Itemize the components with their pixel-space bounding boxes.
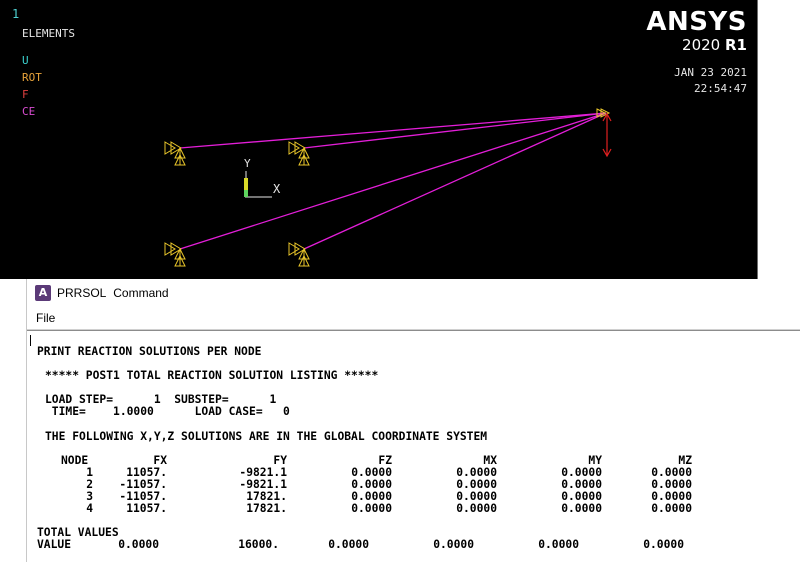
table-cell-fz: 0.0000 [351, 502, 392, 515]
element-line [179, 112, 607, 149]
coordinate-triad-icon [244, 171, 272, 198]
brand-version: 2020 R1 [646, 36, 747, 54]
command-window: A PRRSOL Command File PRINT REACTION SOL… [26, 279, 800, 563]
plot-type-label: ELEMENTS [22, 27, 75, 40]
listing-heading: PRINT REACTION SOLUTIONS PER NODE [37, 345, 262, 358]
total-fz: 0.0000 [328, 538, 369, 551]
brand-version-release: R1 [725, 36, 747, 54]
element-line [303, 112, 607, 250]
menu-bar: File [27, 307, 800, 330]
time-line: TIME= 1.0000 LOAD CASE= 0 [45, 405, 290, 418]
coordinate-note: THE FOLLOWING X,Y,Z SOLUTIONS ARE IN THE… [45, 430, 488, 443]
table-cell-mx: 0.0000 [456, 502, 497, 515]
support-constraint-icon [164, 141, 186, 166]
triad-y-label: Y [244, 157, 251, 170]
plot-time: 22:54:47 [694, 82, 747, 95]
legend-f: F [22, 88, 29, 101]
force-arrow-icon [602, 112, 612, 158]
total-mz: 0.0000 [643, 538, 684, 551]
ansys-logo: ANSYS 2020 R1 [646, 8, 747, 54]
triad-x-label: X [273, 182, 281, 196]
support-constraint-icon [164, 242, 186, 267]
legend-u: U [22, 54, 29, 67]
app-icon: A [35, 285, 51, 301]
output-listing[interactable]: PRINT REACTION SOLUTIONS PER NODE ***** … [27, 330, 800, 563]
table-cell-fy: 17821. [246, 502, 287, 515]
total-fx: 0.0000 [118, 538, 159, 551]
table-cell-mz: 0.0000 [651, 502, 692, 515]
support-constraint-icon [288, 141, 310, 166]
legend-ce: CE [22, 105, 36, 118]
model-plot [164, 108, 612, 267]
total-mx: 0.0000 [433, 538, 474, 551]
graphics-viewport[interactable]: 1 ELEMENTS U ROT F CE Y X ANSYS 2020 R1 … [0, 0, 758, 279]
legend-rot: ROT [22, 71, 42, 84]
table-cell-fx: 11057. [126, 502, 167, 515]
text-caret [30, 335, 31, 346]
support-constraint-icon [288, 242, 310, 267]
brand-name: ANSYS [646, 7, 747, 37]
plot-date: JAN 23 2021 [674, 66, 747, 79]
listing-title: ***** POST1 TOTAL REACTION SOLUTION LIST… [45, 369, 379, 382]
element-line [303, 112, 607, 149]
menu-file[interactable]: File [34, 311, 57, 325]
value-label: VALUE [37, 538, 72, 551]
window-title: PRRSOL Command [57, 286, 169, 300]
title-bar[interactable]: A PRRSOL Command [27, 279, 800, 307]
brand-version-year: 2020 [682, 36, 721, 54]
table-cell-my: 0.0000 [561, 502, 602, 515]
total-my: 0.0000 [538, 538, 579, 551]
window-number: 1 [12, 7, 20, 21]
table-cell-node: 4 [86, 502, 93, 515]
element-line [179, 112, 607, 250]
total-fy: 16000. [238, 538, 279, 551]
